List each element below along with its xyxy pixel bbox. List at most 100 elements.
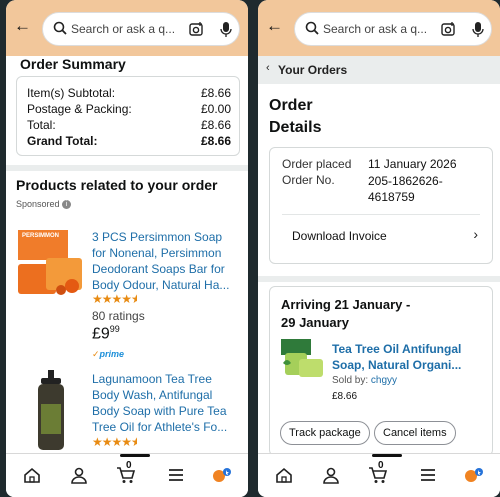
- prime-text: prime: [99, 349, 125, 359]
- search-icon: [305, 21, 319, 35]
- active-indicator: [372, 454, 402, 457]
- chevron-left-icon: ‹: [266, 62, 270, 74]
- order-info-box: Order placed 11 January 2026 Order No. 2…: [269, 147, 493, 264]
- order-placed-value: 11 January 2026: [368, 157, 457, 171]
- shipment-card: Arriving 21 January - 29 January Tea Tre…: [269, 286, 493, 456]
- summary-row-grand-total: Grand Total: £8.66: [27, 134, 231, 148]
- arrival-line: 29 January: [281, 315, 349, 330]
- title-line: Body Wash, Antifungal: [92, 388, 213, 402]
- product-title[interactable]: Lagunamoon Tea Tree Body Wash, Antifunga…: [92, 371, 227, 435]
- order-summary-screen: ← Search or ask a q... Order Summary Ite…: [6, 0, 248, 497]
- sold-by-label: Sold by:: [332, 375, 369, 386]
- product-price: £999: [92, 324, 120, 343]
- tea-tree-soap-image[interactable]: [281, 339, 326, 381]
- summary-row-postage: Postage & Packing: £0.00: [27, 102, 231, 116]
- account-icon[interactable]: [69, 466, 89, 484]
- bottom-navigation: 0: [6, 453, 248, 497]
- top-bar: ← Search or ask a q...: [6, 0, 248, 56]
- bottom-navigation: 0: [258, 453, 500, 497]
- back-arrow-icon[interactable]: ←: [266, 16, 283, 36]
- microphone-icon[interactable]: [472, 21, 484, 38]
- order-number-value: 205-1862626- 4618759: [368, 173, 443, 205]
- home-icon[interactable]: [274, 466, 294, 484]
- summary-value: £8.66: [200, 86, 231, 100]
- rufus-assistant-icon[interactable]: [212, 466, 232, 484]
- order-details-screen: ← Search or ask a q... ‹ Your Orders Ord…: [258, 0, 500, 497]
- camera-lens-icon[interactable]: [441, 22, 456, 37]
- title-line: Body Odour, Natural Ha...: [92, 278, 230, 292]
- back-arrow-icon[interactable]: ←: [14, 16, 31, 36]
- menu-icon[interactable]: [418, 466, 438, 484]
- section-divider: [258, 276, 500, 282]
- star-rating: ★★★★★: [92, 435, 138, 449]
- title-line: Tea Tree Oil Antifungal: [332, 342, 462, 356]
- sponsored-text: Sponsored: [16, 199, 60, 209]
- title-line: Order: [269, 97, 313, 114]
- breadcrumb-your-orders[interactable]: Your Orders: [278, 63, 347, 77]
- summary-value: £0.00: [200, 102, 231, 116]
- search-input[interactable]: Search or ask a q...: [71, 22, 175, 36]
- title-line: Lagunamoon Tea Tree: [92, 372, 212, 386]
- arrival-line: Arriving 21 January -: [281, 297, 411, 312]
- rufus-assistant-icon[interactable]: [464, 466, 484, 484]
- account-icon[interactable]: [321, 466, 341, 484]
- title-line: for Nonenal, Persimmon: [92, 246, 222, 260]
- summary-row-subtotal: Item(s) Subtotal: £8.66: [27, 86, 231, 100]
- item-price: £8.66: [332, 391, 358, 402]
- track-package-button[interactable]: Track package: [280, 421, 370, 445]
- title-line: Soap, Natural Organi...: [332, 358, 462, 372]
- camera-lens-icon[interactable]: [189, 22, 204, 37]
- seller-link[interactable]: chgyy: [371, 375, 397, 386]
- order-placed-label: Order placed: [282, 157, 352, 171]
- star-rating: ★★★★★: [92, 292, 138, 306]
- arrival-date: Arriving 21 January - 29 January: [281, 296, 410, 332]
- tea-tree-body-wash-image[interactable]: [36, 370, 66, 450]
- menu-icon[interactable]: [166, 466, 186, 484]
- related-products-title: Products related to your order: [16, 177, 218, 193]
- product-brand-label: PERSIMMON: [22, 233, 60, 239]
- home-icon[interactable]: [22, 466, 42, 484]
- microphone-icon[interactable]: [220, 21, 232, 38]
- page-title: Order Details: [269, 95, 321, 139]
- search-bar[interactable]: Search or ask a q...: [294, 12, 492, 46]
- summary-label: Total:: [27, 118, 56, 132]
- active-indicator: [120, 454, 150, 457]
- breadcrumb[interactable]: ‹ Your Orders: [258, 56, 500, 84]
- product-title[interactable]: 3 PCS Persimmon Soap for Nonenal, Persim…: [92, 229, 229, 293]
- item-title[interactable]: Tea Tree Oil Antifungal Soap, Natural Or…: [332, 341, 461, 373]
- cart-count: 0: [126, 460, 132, 471]
- price-fraction: 99: [109, 324, 120, 334]
- section-divider: [6, 165, 248, 171]
- summary-label: Grand Total:: [27, 134, 98, 148]
- order-summary-title: Order Summary: [20, 56, 126, 72]
- search-bar[interactable]: Search or ask a q...: [42, 12, 240, 46]
- search-input[interactable]: Search or ask a q...: [323, 22, 427, 36]
- summary-value: £8.66: [200, 118, 231, 132]
- info-icon[interactable]: i: [62, 200, 72, 210]
- title-line: Body Soap with Pure Tea: [92, 404, 227, 418]
- summary-label: Postage & Packing:: [27, 102, 132, 116]
- title-line: Tree Oil for Athlete's Fo...: [92, 420, 228, 434]
- order-number-line: 4618759: [368, 190, 415, 204]
- sold-by: Sold by: chgyy: [332, 375, 397, 386]
- persimmon-soap-image[interactable]: PERSIMMON: [16, 230, 86, 296]
- cart-count: 0: [378, 460, 384, 471]
- summary-label: Item(s) Subtotal:: [27, 86, 116, 100]
- ratings-count: 80 ratings: [92, 309, 145, 323]
- order-summary-box: Item(s) Subtotal: £8.66 Postage & Packin…: [16, 76, 240, 156]
- chevron-right-icon: ›: [473, 226, 478, 242]
- cancel-items-button[interactable]: Cancel items: [374, 421, 456, 445]
- title-line: 3 PCS Persimmon Soap: [92, 230, 223, 244]
- download-invoice-label: Download Invoice: [292, 229, 387, 243]
- title-line: Details: [269, 119, 322, 136]
- order-number-line: 205-1862626-: [368, 174, 443, 188]
- title-line: Deodorant Soaps Bar for: [92, 262, 225, 276]
- download-invoice-row[interactable]: Download Invoice ›: [282, 215, 480, 255]
- top-bar: ← Search or ask a q...: [258, 0, 500, 56]
- order-number-label: Order No.: [282, 173, 335, 187]
- summary-row-total: Total: £8.66: [27, 118, 231, 132]
- summary-value: £8.66: [200, 134, 231, 148]
- search-icon: [53, 21, 67, 35]
- sponsored-label: Sponsored i: [16, 199, 72, 210]
- prime-badge: ✓prime: [92, 349, 125, 359]
